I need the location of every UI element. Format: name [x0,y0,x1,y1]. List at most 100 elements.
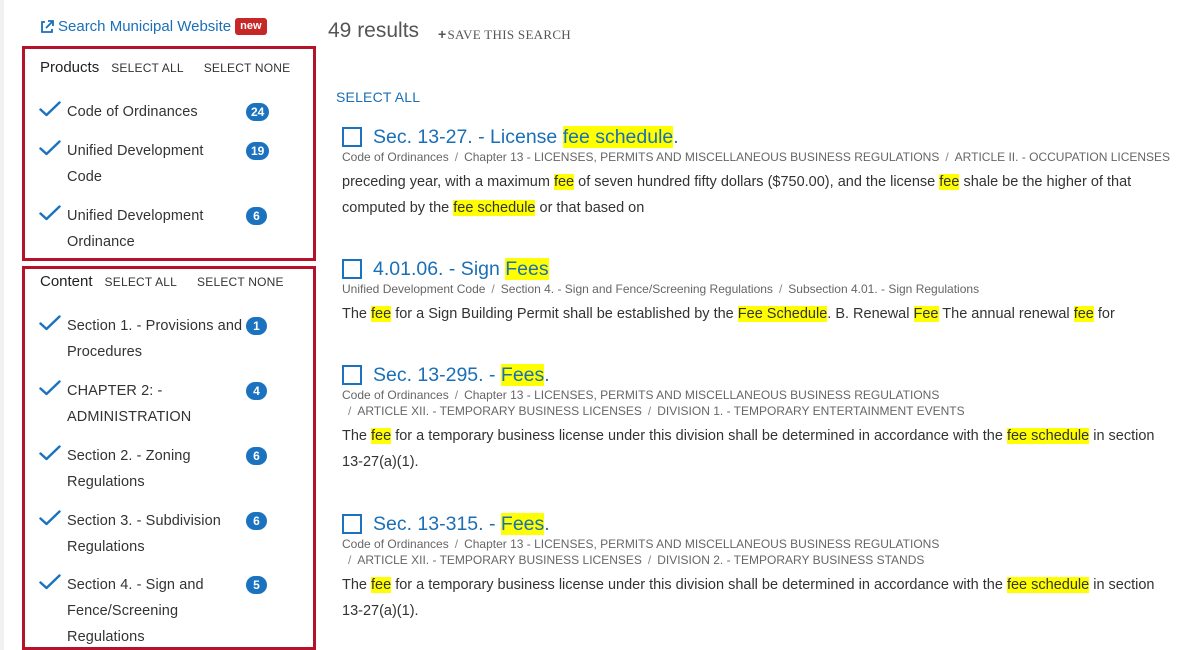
result-snippet: preceding year, with a maximum fee of se… [342,169,1182,221]
checkmark-icon [39,203,67,255]
save-search-button[interactable]: +SAVE THIS SEARCH [438,26,571,43]
facet-item-label[interactable]: Section 1. - Provisions and Procedures [67,313,243,365]
products-select-all-button[interactable]: SELECT ALL [111,61,184,75]
result-checkbox[interactable] [342,514,362,534]
snippet-text: or that based on [535,200,645,216]
result-title-link[interactable]: Sec. 13-27. - License fee schedule. [373,125,679,149]
breadcrumb-item[interactable]: Code of Ordinances [342,388,449,402]
result-title-highlight[interactable]: Fees [500,363,545,386]
breadcrumb-item[interactable]: ARTICLE XII. - TEMPORARY BUSINESS LICENS… [357,553,642,567]
checkmark-icon [39,313,67,365]
search-municipal-website-label[interactable]: Search Municipal Website [58,18,231,35]
result-title-text[interactable]: Sec. 13-295. - [373,364,501,386]
breadcrumb-item[interactable]: Subsection 4.01. - Sign Regulations [788,282,979,296]
breadcrumb-item[interactable]: DIVISION 1. - TEMPORARY ENTERTAINMENT EV… [657,404,964,418]
result-title-text[interactable]: Sec. 13-315. - [373,513,501,535]
result-title-link[interactable]: 4.01.06. - Sign Fees [373,257,549,281]
save-search-label[interactable]: SAVE THIS SEARCH [447,27,571,42]
result-title-highlight[interactable]: Fees [500,512,545,535]
result-snippet: The fee for a temporary business license… [342,572,1182,624]
snippet-highlight: fee [371,577,392,593]
facet-item-products[interactable]: Unified Development Ordinance 6 [39,203,299,255]
facet-item-label-line: Ordinance [67,234,135,250]
search-municipal-website-link[interactable]: Search Municipal Website new [39,18,267,35]
snippet-text: preceding year, with a maximum [342,174,554,190]
result-checkbox[interactable] [342,259,362,279]
products-facet-title: Products [40,59,100,76]
result-header: Sec. 13-295. - Fees. [342,363,1182,387]
facet-item-label[interactable]: Code of Ordinances [67,99,243,125]
facet-item-content[interactable]: Section 2. - Zoning Regulations 6 [39,443,299,495]
result-title-highlight[interactable]: fee schedule [562,125,674,148]
result-checkbox[interactable] [342,365,362,385]
facet-item-products[interactable]: Unified Development Code 19 [39,138,299,190]
snippet-highlight: fee schedule [1006,577,1090,593]
snippet-highlight: fee [371,428,392,444]
result-header: Sec. 13-27. - License fee schedule. [342,125,1182,149]
facet-item-content[interactable]: Section 1. - Provisions and Procedures 1 [39,313,299,365]
facet-item-label-line: Procedures [67,344,143,360]
facet-item-label[interactable]: Unified Development Ordinance [67,203,243,255]
facet-item-label[interactable]: Section 3. - Subdivision Regulations [67,508,243,560]
breadcrumb-separator: / [945,150,949,164]
facet-item-label-line: CHAPTER 2: - [67,383,163,399]
facet-item-label-line: Code of Ordinances [67,104,198,120]
facet-item-label[interactable]: CHAPTER 2: - ADMINISTRATION [67,378,243,430]
facet-item-label[interactable]: Unified Development Code [67,138,243,190]
result-checkbox[interactable] [342,127,362,147]
result-title-highlight[interactable]: Fees [505,257,549,280]
facet-item-label[interactable]: Section 4. - Sign and Fence/Screening Regu… [67,572,243,647]
result-title-text[interactable]: . [544,513,549,535]
search-result: Sec. 13-315. - Fees. Code of Ordinances / C… [342,512,1182,624]
breadcrumb-separator: / [348,404,352,418]
count-badge: 19 [246,142,270,160]
result-title-link[interactable]: Sec. 13-295. - Fees. [373,363,550,387]
left-edge-rule [0,0,4,650]
breadcrumb-item[interactable]: Code of Ordinances [342,150,449,164]
products-select-none-button[interactable]: SELECT NONE [204,61,291,75]
result-title-text[interactable]: . [544,364,549,386]
result-title-text[interactable]: 4.01.06. - Sign [373,258,505,280]
breadcrumb: Code of Ordinances / Chapter 13 - LICENSES… [342,536,1182,552]
facet-item-products[interactable]: Code of Ordinances 24 [39,99,299,125]
breadcrumb-item[interactable]: Chapter 13 - LICENSES, PERMITS AND MISCE… [464,150,939,164]
count-badge: 6 [246,512,267,530]
breadcrumb-item[interactable]: ARTICLE XII. - TEMPORARY BUSINESS LICENS… [357,404,642,418]
breadcrumb-item[interactable]: ARTICLE II. - OCCUPATION LICENSES [955,150,1170,164]
content-select-all-button[interactable]: SELECT ALL [105,275,178,289]
facet-item-label-line: Unified Development [67,208,204,224]
facet-item-content[interactable]: CHAPTER 2: - ADMINISTRATION 4 [39,378,299,430]
snippet-text: The annual renewal [938,306,1074,322]
result-title-text[interactable]: . [673,126,678,148]
facet-item-label-line: Unified Development [67,143,204,159]
breadcrumb-item[interactable]: Unified Development Code [342,282,485,296]
facet-item-label[interactable]: Section 2. - Zoning Regulations [67,443,243,495]
breadcrumb-item[interactable]: DIVISION 2. - TEMPORARY BUSINESS STANDS [657,553,924,567]
breadcrumb-separator: / [454,537,459,551]
snippet-text: for a Sign Building Permit shall be esta… [391,306,738,322]
checkmark-icon [39,443,67,495]
results-select-all-button[interactable]: SELECT ALL [336,89,420,105]
checkmark-icon [39,138,67,190]
snippet-highlight: Fee Schedule [737,306,828,322]
plus-icon: + [438,26,447,42]
results-count: 49 results [328,19,420,42]
breadcrumb-separator: / [778,282,783,296]
breadcrumb-item[interactable]: Chapter 13 - LICENSES, PERMITS AND MISCE… [464,388,939,402]
content-select-none-button[interactable]: SELECT NONE [197,275,284,289]
result-snippet: The fee for a Sign Building Permit shall… [342,301,1182,327]
breadcrumb-item[interactable]: Chapter 13 - LICENSES, PERMITS AND MISCE… [464,537,939,551]
breadcrumb-item[interactable]: Code of Ordinances [342,537,449,551]
snippet-text: for a temporary business license under t… [391,577,1007,593]
search-result: 4.01.06. - Sign Fees Unified Development … [342,257,1182,327]
facet-item-label-line: Section 2. - Zoning [67,448,191,464]
breadcrumb: Unified Development Code / Section 4. - Si… [342,281,1182,297]
breadcrumb-item[interactable]: Section 4. - Sign and Fence/Screening Re… [501,282,773,296]
result-title-text[interactable]: Sec. 13-27. - License [373,126,563,148]
snippet-highlight: fee [553,174,575,190]
facet-item-content[interactable]: Section 4. - Sign and Fence/Screening Regu… [39,572,299,647]
facet-item-content[interactable]: Section 3. - Subdivision Regulations 6 [39,508,299,560]
result-title-link[interactable]: Sec. 13-315. - Fees. [373,512,550,536]
products-facet-header: Products SELECT ALL SELECT NONE [40,59,310,76]
checkmark-icon [39,508,67,560]
